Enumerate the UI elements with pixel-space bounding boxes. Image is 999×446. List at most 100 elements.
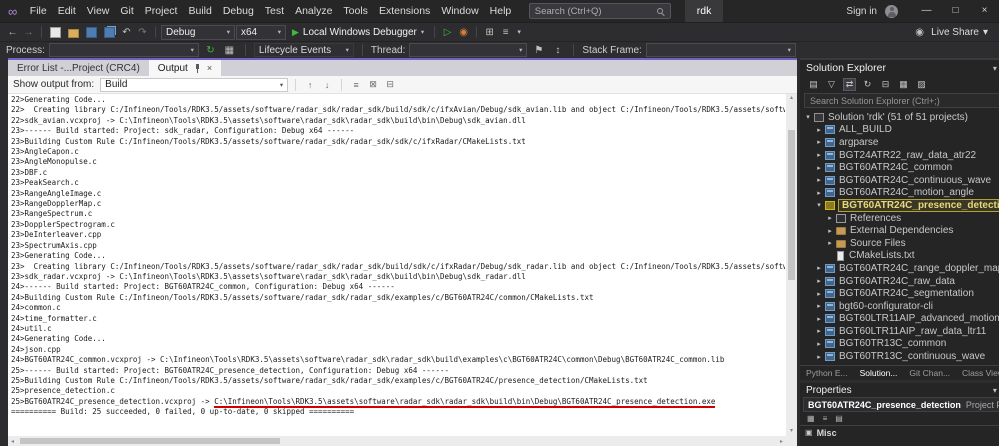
menu-edit[interactable]: Edit: [52, 0, 81, 22]
process-dropdown[interactable]: ▾: [48, 43, 199, 57]
chevron-collapsed-icon[interactable]: ▸: [814, 264, 824, 272]
show-threads-in-source-icon[interactable]: ▦: [222, 42, 237, 59]
stack-frame-dropdown[interactable]: ▾: [645, 43, 796, 57]
properties-object-dropdown[interactable]: BGT60ATR24C_presence_detection Project P…: [803, 397, 999, 412]
output-vertical-scrollbar[interactable]: ▴ ▾: [786, 94, 797, 436]
tree-item-bgt60tr13c-common[interactable]: ▸ BGT60TR13C_common: [800, 338, 999, 351]
sync-with-active-document-icon[interactable]: ⇄: [843, 77, 856, 91]
categorized-icon[interactable]: ▦: [807, 414, 815, 423]
redo-icon[interactable]: ↷: [135, 24, 150, 41]
chevron-collapsed-icon[interactable]: ▸: [814, 327, 824, 335]
tree-item-argparse[interactable]: ▸ argparse: [800, 136, 999, 149]
maximize-button[interactable]: □: [941, 0, 970, 22]
chevron-collapsed-icon[interactable]: ▸: [814, 164, 824, 172]
configuration-dropdown[interactable]: Debug ▾: [161, 24, 235, 40]
tab-output[interactable]: Output ×: [148, 60, 222, 76]
alphabetical-icon[interactable]: ≡: [823, 414, 828, 423]
filter-icon[interactable]: ▽: [825, 79, 838, 90]
menu-debug[interactable]: Debug: [217, 0, 259, 22]
chevron-collapsed-icon[interactable]: ▸: [814, 353, 824, 361]
chevron-collapsed-icon[interactable]: ▸: [814, 176, 824, 184]
tree-item-source-files[interactable]: ▸ Source Files: [800, 237, 999, 250]
misc-group-icon[interactable]: ▣: [805, 428, 813, 437]
refresh-icon[interactable]: ↻: [861, 79, 874, 90]
tree-item-bgt60atr24c-continuous-wave[interactable]: ▸ BGT60ATR24C_continuous_wave: [800, 174, 999, 187]
menu-project[interactable]: Project: [139, 0, 183, 22]
tree-item-bgt24atr22-raw-data-atr22[interactable]: ▸ BGT24ATR22_raw_data_atr22: [800, 149, 999, 162]
lifecycle-events-dropdown[interactable]: Lifecycle Events ▾: [253, 43, 354, 57]
build-icon[interactable]: ⊞: [482, 24, 497, 41]
chevron-expanded-icon[interactable]: ▾: [814, 201, 824, 209]
chevron-collapsed-icon[interactable]: ▸: [814, 277, 824, 285]
save-all-icon[interactable]: [104, 26, 115, 38]
list-icon[interactable]: ≡: [498, 24, 513, 41]
tree-item-cmakelists-txt[interactable]: CMakeLists.txt: [800, 250, 999, 263]
toggle-frames-icon[interactable]: ↕: [550, 42, 565, 59]
new-file-icon[interactable]: [50, 26, 61, 38]
tree-item-bgt60-configurator-cli[interactable]: ▸ bgt60-configurator-cli: [800, 300, 999, 313]
scroll-up-icon[interactable]: ▴: [790, 94, 793, 103]
live-share-button[interactable]: ◉ Live Share ▾: [912, 24, 994, 41]
tree-item-bgt60ltr11aip-advanced-motion-sen[interactable]: ▸ BGT60LTR11AIP_advanced_motion_sen: [800, 313, 999, 326]
chevron-collapsed-icon[interactable]: ▸: [814, 340, 824, 348]
tree-item-bgt60atr24c-common[interactable]: ▸ BGT60ATR24C_common: [800, 161, 999, 174]
tree-item-bgt60atr24c-range-doppler-map[interactable]: ▸ BGT60ATR24C_range_doppler_map: [800, 262, 999, 275]
solution-search-input[interactable]: Search Solution Explorer (Ctrl+;) ▾: [804, 93, 999, 108]
tree-item-bgt60atr24c-raw-data[interactable]: ▸ BGT60ATR24C_raw_data: [800, 275, 999, 288]
clear-all-icon[interactable]: ⊠: [366, 79, 380, 90]
menu-help[interactable]: Help: [484, 0, 517, 22]
output-log[interactable]: 22>Generating Code... 22> Creating librar…: [11, 95, 785, 436]
hot-reload-icon[interactable]: ◉: [456, 24, 471, 41]
thread-dropdown[interactable]: ▾: [409, 43, 528, 57]
pin-icon[interactable]: [193, 63, 202, 73]
bottom-tab-solution[interactable]: Solution...: [854, 366, 904, 380]
chevron-collapsed-icon[interactable]: ▸: [814, 290, 824, 298]
chevron-collapsed-icon[interactable]: ▸: [814, 138, 824, 146]
tree-item-bgt60tr13c-continuous-wave[interactable]: ▸ BGT60TR13C_continuous_wave: [800, 350, 999, 363]
menu-file[interactable]: File: [24, 0, 52, 22]
toolbar-overflow-icon[interactable]: ▾: [514, 24, 524, 41]
platform-dropdown[interactable]: x64 ▾: [236, 24, 286, 40]
tree-item-bgt60atr24c-segmentation[interactable]: ▸ BGT60ATR24C_segmentation: [800, 287, 999, 300]
menu-test[interactable]: Test: [259, 0, 289, 22]
menu-analyze[interactable]: Analyze: [290, 0, 338, 22]
next-message-icon[interactable]: ↓: [320, 80, 334, 90]
scrollbar-thumb[interactable]: [788, 130, 795, 280]
sign-in-button[interactable]: Sign in: [846, 6, 877, 17]
menu-window[interactable]: Window: [436, 0, 484, 22]
chevron-collapsed-icon[interactable]: ▸: [814, 315, 824, 323]
chevron-collapsed-icon[interactable]: ▸: [825, 214, 835, 222]
property-pages-icon[interactable]: ▤: [835, 414, 843, 423]
chevron-expanded-icon[interactable]: ▾: [803, 113, 813, 121]
open-file-icon[interactable]: [68, 28, 79, 38]
menu-tools[interactable]: Tools: [338, 0, 374, 22]
refresh-process-icon[interactable]: ↻: [203, 42, 218, 59]
collapse-all-icon[interactable]: ⊟: [383, 79, 397, 90]
previous-message-icon[interactable]: ↑: [303, 80, 317, 90]
scroll-right-icon[interactable]: ▸: [780, 438, 783, 445]
window-menu-icon[interactable]: ▾: [993, 386, 997, 395]
tree-item-bgt60atr24c-motion-angle[interactable]: ▸ BGT60ATR24C_motion_angle: [800, 187, 999, 200]
menu-git[interactable]: Git: [115, 0, 139, 22]
tree-item-external-dependencies[interactable]: ▸ External Dependencies: [800, 224, 999, 237]
user-avatar-icon[interactable]: [885, 4, 898, 18]
output-source-dropdown[interactable]: Build ▾: [100, 77, 289, 92]
properties-icon[interactable]: ▨: [915, 79, 928, 90]
scroll-left-icon[interactable]: ◂: [11, 438, 14, 445]
tree-item-solution-rdk-51-of-51-projects[interactable]: ▾ Solution 'rdk' (51 of 51 projects): [800, 111, 999, 124]
chevron-collapsed-icon[interactable]: ▸: [814, 189, 824, 197]
switch-views-icon[interactable]: ▤: [807, 79, 820, 90]
close-window-button[interactable]: ×: [970, 0, 999, 22]
tree-item-all-build[interactable]: ▸ ALL_BUILD: [800, 124, 999, 137]
start-debugging-button[interactable]: ▶ Local Windows Debugger ▾: [287, 27, 429, 38]
word-wrap-icon[interactable]: ≡: [349, 80, 363, 90]
undo-icon[interactable]: ↶: [119, 24, 134, 41]
close-icon[interactable]: ×: [207, 63, 212, 73]
navigate-back-icon[interactable]: ←: [5, 24, 20, 41]
collapse-all-icon[interactable]: ⊟: [879, 79, 892, 90]
chevron-collapsed-icon[interactable]: ▸: [825, 239, 835, 247]
window-menu-icon[interactable]: ▾: [993, 64, 997, 73]
chevron-collapsed-icon[interactable]: ▸: [825, 227, 835, 235]
menu-build[interactable]: Build: [183, 0, 217, 22]
tree-item-bgt60ltr11aip-raw-data-ltr11[interactable]: ▸ BGT60LTR11AIP_raw_data_ltr11: [800, 325, 999, 338]
